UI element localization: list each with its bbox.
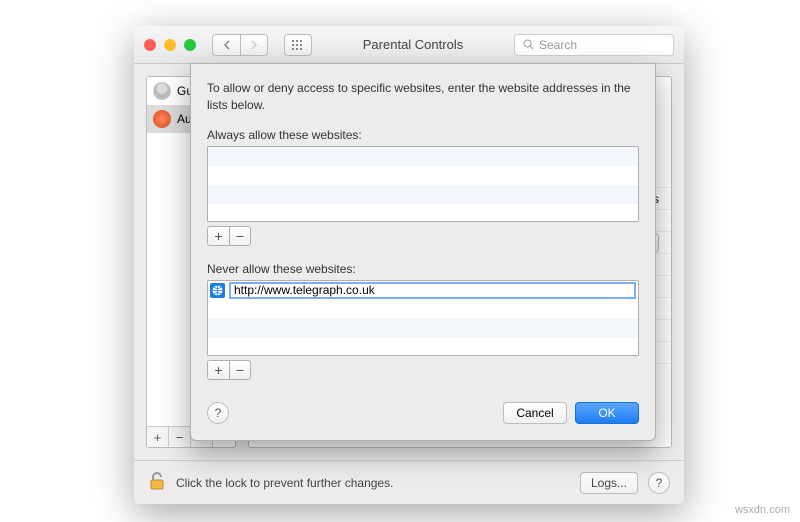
list-row	[208, 338, 638, 356]
deny-listbox[interactable]	[207, 280, 639, 356]
logs-button[interactable]: Logs...	[580, 472, 638, 494]
allow-add-remove: + −	[207, 226, 639, 246]
lock-icon[interactable]	[148, 471, 166, 494]
avatar-icon	[153, 110, 171, 128]
traffic-lights	[144, 39, 196, 51]
watermark: wsxdn.com	[735, 504, 790, 516]
window-title: Parental Controls	[322, 37, 504, 52]
deny-label: Never allow these websites:	[207, 262, 639, 276]
cancel-button[interactable]: Cancel	[503, 402, 567, 424]
globe-icon	[210, 283, 225, 298]
list-row	[208, 166, 638, 185]
website-access-sheet: To allow or deny access to specific webs…	[190, 63, 656, 441]
lock-text: Click the lock to prevent further change…	[176, 476, 570, 490]
list-row	[208, 204, 638, 222]
avatar-icon	[153, 82, 171, 100]
list-row	[208, 319, 638, 338]
allow-remove-button[interactable]: −	[229, 226, 251, 246]
ok-button[interactable]: OK	[575, 402, 639, 424]
zoom-icon[interactable]	[184, 39, 196, 51]
show-all-button[interactable]	[284, 34, 312, 56]
search-placeholder: Search	[539, 38, 577, 52]
deny-remove-button[interactable]: −	[229, 360, 251, 380]
minimize-icon[interactable]	[164, 39, 176, 51]
remove-user-button[interactable]: −	[169, 427, 191, 447]
search-icon	[523, 39, 534, 50]
add-user-button[interactable]: +	[147, 427, 169, 447]
sheet-footer: ? Cancel OK	[207, 402, 639, 424]
list-row[interactable]	[208, 281, 638, 300]
titlebar: Parental Controls Search	[134, 26, 684, 64]
deny-add-remove: + −	[207, 360, 639, 380]
list-row	[208, 147, 638, 166]
allow-listbox[interactable]	[207, 146, 639, 222]
sheet-description: To allow or deny access to specific webs…	[207, 80, 639, 114]
forward-button[interactable]	[240, 34, 268, 56]
allow-add-button[interactable]: +	[207, 226, 229, 246]
nav-buttons	[212, 34, 268, 56]
list-row	[208, 185, 638, 204]
back-button[interactable]	[212, 34, 240, 56]
deny-add-button[interactable]: +	[207, 360, 229, 380]
sheet-help-button[interactable]: ?	[207, 402, 229, 424]
deny-url-input[interactable]	[229, 282, 636, 299]
search-input[interactable]: Search	[514, 34, 674, 56]
close-icon[interactable]	[144, 39, 156, 51]
bottom-bar: Click the lock to prevent further change…	[134, 460, 684, 504]
list-row	[208, 300, 638, 319]
allow-label: Always allow these websites:	[207, 128, 639, 142]
help-button[interactable]: ?	[648, 472, 670, 494]
